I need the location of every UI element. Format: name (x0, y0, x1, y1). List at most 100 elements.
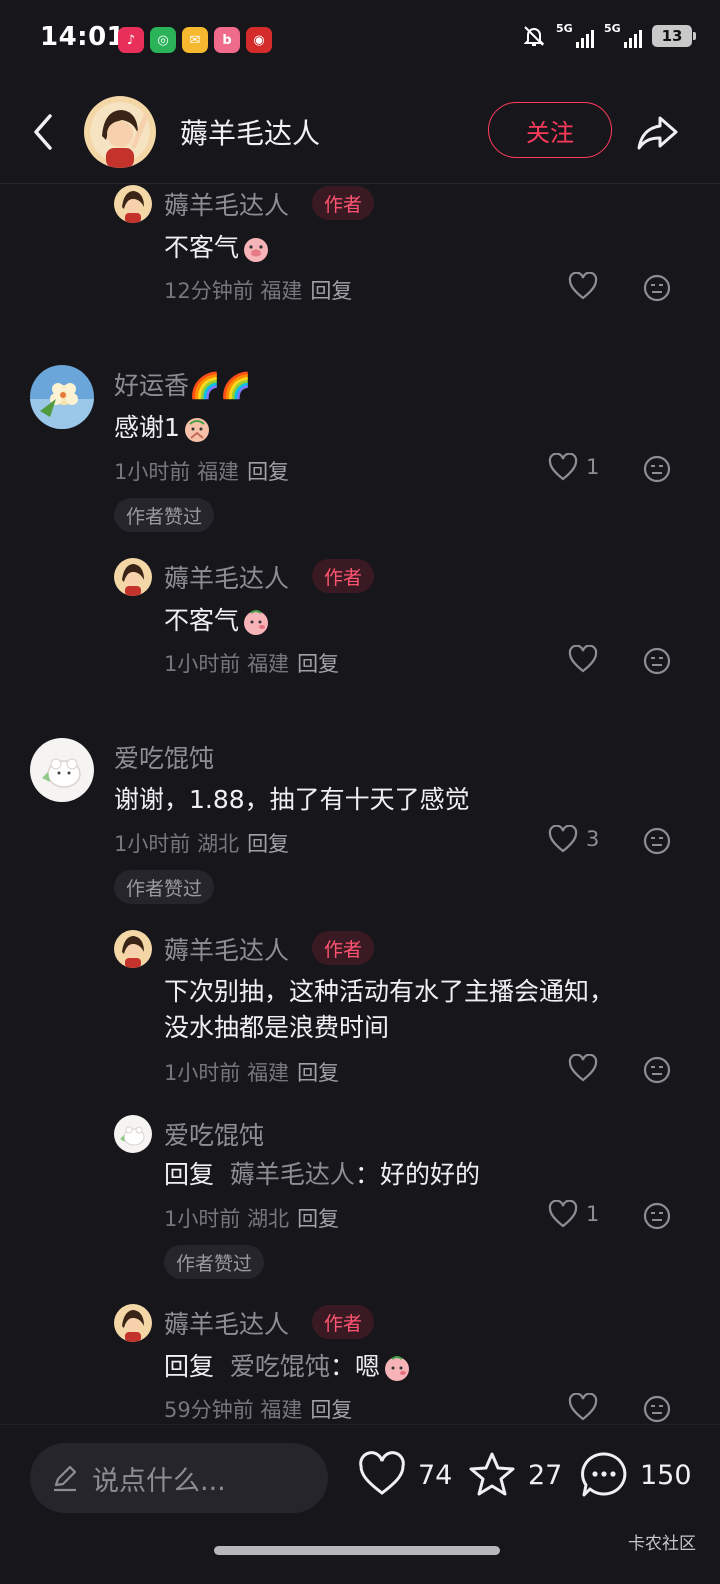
comment-text-content: ：嗯 (329, 1352, 380, 1381)
status-time: 14:01 (40, 22, 126, 52)
avatar[interactable] (114, 558, 152, 596)
like-button[interactable]: 1 (548, 453, 599, 481)
author-liked-badge: 作者赞过 (114, 870, 215, 904)
like-button[interactable]: 1 (548, 1200, 599, 1228)
comment-time: 1小时前 (114, 460, 191, 484)
reply-button[interactable]: 回复 (310, 1398, 352, 1422)
comment-meta: 1小时前 福建 回复 (114, 456, 289, 486)
reply-button[interactable]: 回复 (247, 832, 289, 856)
comment-time: 1小时前 (164, 652, 241, 676)
comment-meta: 12分钟前 福建 回复 (164, 275, 352, 305)
dislike-face-icon[interactable] (643, 455, 671, 483)
comment-meta: 1小时前 福建 回复 (164, 1057, 339, 1087)
author-badge: 作者 (312, 559, 375, 593)
battery-icon: 13 (652, 25, 696, 47)
comment-text: 不客气 (164, 603, 271, 639)
avatar[interactable] (114, 1115, 152, 1153)
share-icon[interactable] (634, 108, 682, 156)
comment-location: 湖北 (247, 1207, 290, 1231)
mail-icon: ✉ (182, 27, 208, 53)
comment-location: 福建 (260, 1398, 303, 1422)
dislike-face-icon[interactable] (643, 274, 671, 302)
like-count: 1 (586, 455, 600, 479)
comment-time: 1小时前 (114, 832, 191, 856)
reply-button[interactable]: 回复 (297, 1061, 339, 1085)
favorite-button[interactable]: 27 (466, 1449, 562, 1501)
reply-button[interactable]: 回复 (297, 1207, 339, 1231)
avatar[interactable] (30, 738, 94, 802)
signal-label-2: 5G (604, 22, 621, 35)
like-count: 74 (418, 1459, 453, 1491)
back-arrow-icon[interactable] (26, 108, 66, 156)
like-post-button[interactable]: 74 (356, 1449, 452, 1501)
browser-icon: ◎ (150, 27, 176, 53)
reply-button[interactable]: 回复 (310, 279, 352, 303)
dislike-face-icon[interactable] (643, 1395, 671, 1423)
author-liked-badge: 作者赞过 (114, 498, 215, 532)
comment-username[interactable]: 好运香🌈🌈 (114, 366, 251, 402)
avatar[interactable] (114, 1304, 152, 1342)
like-button[interactable] (568, 645, 598, 673)
comment-location: 福建 (247, 1061, 290, 1085)
comment-username[interactable]: 爱吃馄饨 (114, 739, 214, 775)
comment-meta: 1小时前 湖北 回复 (114, 828, 289, 858)
comment-input[interactable]: 说点什么... (30, 1443, 328, 1513)
comment-count: 150 (640, 1459, 692, 1491)
mute-bell-icon (523, 26, 545, 46)
comment-time: 59分钟前 (164, 1398, 254, 1422)
comment-username[interactable]: 薅羊毛达人 (164, 186, 289, 222)
dislike-face-icon[interactable] (643, 1056, 671, 1084)
pig-emoji-icon (244, 238, 269, 262)
mention-link[interactable]: 爱吃馄饨 (230, 1352, 330, 1381)
comment-location: 福建 (247, 652, 290, 676)
notification-icons: ♪ ◎ ✉ b ◉ (118, 27, 272, 53)
bow-emoji-icon (184, 418, 209, 442)
signal-icon-2: 5G (604, 22, 642, 48)
avatar[interactable] (114, 930, 152, 968)
avatar[interactable] (114, 185, 152, 223)
comment-username[interactable]: 薅羊毛达人 (164, 1305, 289, 1341)
heart-icon (548, 825, 578, 853)
comment-username[interactable]: 薅羊毛达人 (164, 559, 289, 595)
mention-link[interactable]: 薅羊毛达人 (230, 1160, 355, 1189)
comment-bubble-icon (581, 1452, 627, 1497)
like-button[interactable] (568, 1054, 598, 1082)
comment-username[interactable]: 爱吃馄饨 (164, 1116, 264, 1152)
reply-button[interactable]: 回复 (247, 460, 289, 484)
star-icon (469, 1452, 515, 1496)
reply-button[interactable]: 回复 (297, 652, 339, 676)
profile-avatar[interactable] (84, 96, 156, 168)
comment-text: 回复 爱吃馄饨：嗯 (164, 1349, 412, 1385)
comment-username[interactable]: 薅羊毛达人 (164, 931, 289, 967)
avatar[interactable] (30, 365, 94, 429)
comment-time: 1小时前 (164, 1207, 241, 1231)
like-count: 1 (586, 1202, 600, 1226)
dislike-face-icon[interactable] (643, 827, 671, 855)
star-count: 27 (528, 1459, 563, 1491)
comment-text-content: ：好的好的 (354, 1160, 480, 1189)
profile-name: 薅羊毛达人 (180, 117, 321, 150)
author-badge: 作者 (312, 1305, 375, 1339)
signal-label: 5G (556, 22, 573, 35)
like-button[interactable] (568, 1393, 598, 1421)
watermark-text: 卡农社区 (628, 1534, 696, 1554)
comment-time: 1小时前 (164, 1061, 241, 1085)
comment-location: 福建 (260, 279, 303, 303)
like-button[interactable]: 3 (548, 825, 599, 853)
pencil-icon (54, 1465, 77, 1492)
douyin-icon: ♪ (118, 27, 144, 53)
follow-button[interactable]: 关注 (488, 102, 612, 158)
shy-emoji-icon (244, 610, 269, 635)
heart-icon (568, 272, 598, 300)
comments-button[interactable]: 150 (578, 1449, 692, 1501)
comment-text-content: 感谢1 (114, 413, 180, 442)
top-nav: 薅羊毛达人 关注 (0, 88, 720, 184)
shy-emoji-icon (384, 1356, 409, 1381)
status-bar: 14:01 ♪ ◎ ✉ b ◉ 5G 5G 13 (0, 0, 720, 80)
signal-icon: 5G (556, 22, 594, 48)
home-indicator[interactable] (214, 1546, 500, 1555)
comment-meta: 59分钟前 福建 回复 (164, 1394, 352, 1424)
like-button[interactable] (568, 272, 598, 300)
dislike-face-icon[interactable] (643, 647, 671, 675)
dislike-face-icon[interactable] (643, 1202, 671, 1230)
